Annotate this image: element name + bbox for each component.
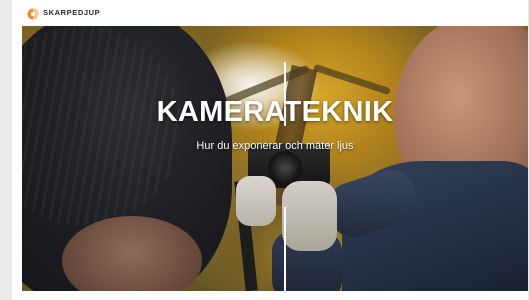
page-frame: SKARPEDJUP KAMERATEKNIK Hur du exponerar… <box>12 0 528 300</box>
hero-image-branch <box>312 63 392 96</box>
hero-subtitle: Hur du exponerar och mäter ljus <box>196 140 354 152</box>
skarpedjup-logo-icon[interactable] <box>27 8 39 20</box>
hero-title: KAMERATEKNIK <box>156 96 394 128</box>
hero-image-glove <box>282 181 337 251</box>
hero-banner[interactable] <box>22 26 528 291</box>
site-header: SKARPEDJUP <box>12 0 528 26</box>
hero-image-glove <box>236 176 276 226</box>
brand-name[interactable]: SKARPEDJUP <box>43 8 100 17</box>
title-divider-bottom <box>284 207 286 291</box>
hero-image-lens <box>268 151 302 185</box>
